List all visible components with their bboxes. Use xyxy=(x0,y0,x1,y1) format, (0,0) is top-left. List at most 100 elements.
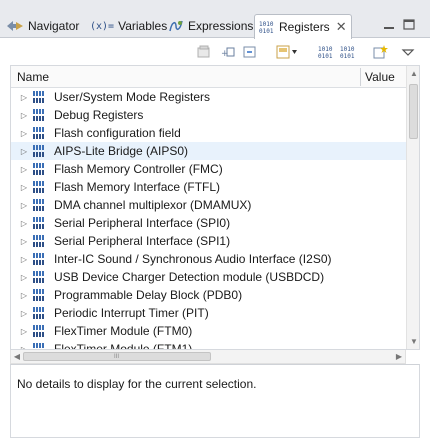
table-row[interactable]: ▷ Serial Peripheral Interface (SPI1) xyxy=(11,232,406,250)
details-pane: No details to display for the current se… xyxy=(10,364,420,438)
register-group-icon xyxy=(33,127,49,139)
register-group-icon xyxy=(33,91,49,103)
expand-arrow-icon[interactable]: ▷ xyxy=(19,327,29,336)
tab-registers[interactable]: 1010 0101 Registers ✕ xyxy=(254,14,352,39)
view-menu-icon[interactable] xyxy=(400,44,416,60)
register-group-label: AIPS-Lite Bridge (AIPS0) xyxy=(54,144,189,158)
register-group-icon xyxy=(33,235,49,247)
registers-tree[interactable]: Name Value ▷ User/System Mode Registers ▷ D… xyxy=(10,65,420,350)
variables-icon: (x)= xyxy=(90,20,115,32)
tab-navigator[interactable]: Navigator xyxy=(6,14,79,38)
table-row[interactable]: ▷ Serial Peripheral Interface (SPI0) xyxy=(11,214,406,232)
register-group-label: DMA channel multiplexor (DMAMUX) xyxy=(54,198,252,212)
table-header: Name Value xyxy=(11,66,406,88)
horizontal-scroll-thumb[interactable]: III xyxy=(23,352,211,361)
svg-text:0101: 0101 xyxy=(318,53,333,60)
expand-arrow-icon[interactable]: ▷ xyxy=(19,237,29,246)
column-header-value[interactable]: Value xyxy=(365,70,395,84)
vertical-scrollbar[interactable]: ▲ ▼ xyxy=(406,66,419,349)
number-format-binary-icon[interactable]: 1010 0101 xyxy=(340,44,356,60)
register-group-label: Flash Memory Interface (FTFL) xyxy=(54,180,221,194)
register-group-label: Debug Registers xyxy=(54,108,144,122)
layout-menu-icon[interactable] xyxy=(276,44,298,60)
horizontal-scrollbar[interactable]: ◀ III ▶ xyxy=(10,350,406,364)
expand-arrow-icon[interactable]: ▷ xyxy=(19,255,29,264)
svg-text:1010: 1010 xyxy=(318,46,333,53)
vertical-scroll-thumb[interactable] xyxy=(409,84,418,139)
expand-arrow-icon[interactable]: ▷ xyxy=(19,165,29,174)
maximize-icon[interactable] xyxy=(402,18,416,32)
register-group-label: Inter-IC Sound / Synchronous Audio Inter… xyxy=(54,252,332,266)
register-group-label: Flash Memory Controller (FMC) xyxy=(54,162,223,176)
register-group-icon xyxy=(33,217,49,229)
tab-variables[interactable]: (x)= Variables xyxy=(90,14,167,38)
register-group-label: USB Device Charger Detection module (USB… xyxy=(54,270,325,284)
svg-text:1010: 1010 xyxy=(259,21,274,28)
table-row[interactable]: ▷ Inter-IC Sound / Synchronous Audio Inte… xyxy=(11,250,406,268)
scroll-up-icon[interactable]: ▲ xyxy=(407,66,419,80)
tab-label: Expressions xyxy=(188,19,254,33)
collapse-all-icon[interactable] xyxy=(242,44,258,60)
expand-arrow-icon[interactable]: ▷ xyxy=(19,219,29,228)
expand-arrow-icon[interactable]: ▷ xyxy=(19,129,29,138)
register-group-icon xyxy=(33,343,49,349)
close-icon[interactable]: ✕ xyxy=(336,19,347,35)
expand-arrow-icon[interactable]: ▷ xyxy=(19,147,29,156)
details-message: No details to display for the current se… xyxy=(17,377,257,391)
scroll-left-icon[interactable]: ◀ xyxy=(11,350,23,363)
expand-arrow-icon[interactable]: ▷ xyxy=(19,183,29,192)
scroll-grip: III xyxy=(114,354,120,360)
table-row[interactable]: ▷ Periodic Interrupt Timer (PIT) xyxy=(11,304,406,322)
edit-register-group-icon[interactable]: + xyxy=(220,44,236,60)
table-row[interactable]: ▷ FlexTimer Module (FTM0) xyxy=(11,322,406,340)
register-group-label: Serial Peripheral Interface (SPI1) xyxy=(54,234,231,248)
register-group-label: User/System Mode Registers xyxy=(54,90,211,104)
column-separator[interactable] xyxy=(360,68,361,86)
table-row[interactable]: ▷ USB Device Charger Detection module (US… xyxy=(11,268,406,286)
column-header-name[interactable]: Name xyxy=(17,70,49,84)
register-group-label: FlexTimer Module (FTM1) xyxy=(54,342,193,350)
table-row[interactable]: ▷ Programmable Delay Block (PDB0) xyxy=(11,286,406,304)
scroll-down-icon[interactable]: ▼ xyxy=(407,334,419,348)
svg-text:0101: 0101 xyxy=(340,53,355,60)
table-row[interactable]: ▷ Flash Memory Controller (FMC) xyxy=(11,160,406,178)
minimize-icon[interactable] xyxy=(382,18,396,32)
add-register-group-icon[interactable] xyxy=(196,44,212,60)
register-group-label: Periodic Interrupt Timer (PIT) xyxy=(54,306,209,320)
register-group-icon xyxy=(33,253,49,265)
register-group-label: Flash configuration field xyxy=(54,126,181,140)
table-row[interactable]: ▷ Debug Registers xyxy=(11,106,406,124)
table-row[interactable]: ▷ AIPS-Lite Bridge (AIPS0) xyxy=(11,142,406,160)
number-format-hex-icon[interactable]: 1010 0101 xyxy=(318,44,334,60)
register-group-icon xyxy=(33,181,49,193)
table-row[interactable]: ▷ User/System Mode Registers xyxy=(11,88,406,106)
registers-icon: 1010 0101 xyxy=(259,20,275,34)
expand-arrow-icon[interactable]: ▷ xyxy=(19,201,29,210)
tab-label: Registers xyxy=(279,20,330,34)
expand-arrow-icon[interactable]: ▷ xyxy=(19,291,29,300)
svg-text:0101: 0101 xyxy=(259,28,274,34)
new-view-icon[interactable] xyxy=(372,44,388,60)
expand-arrow-icon[interactable]: ▷ xyxy=(19,93,29,102)
tab-label: Navigator xyxy=(28,19,80,33)
register-group-icon xyxy=(33,145,49,157)
register-group-label: FlexTimer Module (FTM0) xyxy=(54,324,193,338)
register-group-icon xyxy=(33,163,49,175)
expand-arrow-icon[interactable]: ▷ xyxy=(19,309,29,318)
table-row[interactable]: ▷ DMA channel multiplexor (DMAMUX) xyxy=(11,196,406,214)
register-group-icon xyxy=(33,271,49,283)
view-toolbar: + 1010 0101 1010 0101 xyxy=(0,39,430,65)
table-row[interactable]: ▷ Flash configuration field xyxy=(11,124,406,142)
expand-arrow-icon[interactable]: ▷ xyxy=(19,111,29,120)
register-group-label: Serial Peripheral Interface (SPI0) xyxy=(54,216,231,230)
register-group-icon xyxy=(33,199,49,211)
table-row[interactable]: ▷ FlexTimer Module (FTM1) xyxy=(11,340,406,350)
tree-rows: ▷ User/System Mode Registers ▷ Debug Regist… xyxy=(11,88,406,350)
tab-label: Variables xyxy=(118,19,168,33)
expand-arrow-icon[interactable]: ▷ xyxy=(19,273,29,282)
table-row[interactable]: ▷ Flash Memory Interface (FTFL) xyxy=(11,178,406,196)
register-group-icon xyxy=(33,109,49,121)
scroll-right-icon[interactable]: ▶ xyxy=(393,350,405,363)
tab-expressions[interactable]: Expressions xyxy=(168,14,253,38)
navigator-icon xyxy=(6,19,24,33)
